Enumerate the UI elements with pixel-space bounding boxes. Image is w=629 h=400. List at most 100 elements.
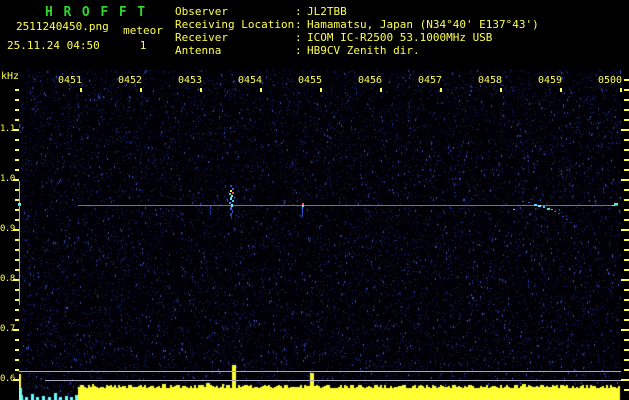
y-axis-minor-tick-right — [624, 199, 629, 201]
info-colon: : — [295, 5, 302, 18]
info-row-antenna: Antenna: HB9CV Zenith dir. — [175, 45, 420, 56]
y-axis-minor-tick-right — [624, 389, 629, 391]
meteor-echo-pixel — [302, 216, 303, 218]
y-axis-minor-tick-right — [624, 99, 629, 101]
info-value: Hamamatsu, Japan (N34°40' E137°43') — [307, 18, 539, 31]
meteor-echo-pixel — [232, 210, 233, 213]
x-axis-label-0453: 0453 — [177, 75, 203, 86]
info-label: Antenna — [175, 44, 222, 57]
meteor-echo-pixel — [234, 197, 235, 199]
y-axis-minor-tick-right — [624, 369, 629, 371]
y-axis-minor-tick-left — [15, 99, 19, 101]
info-row-receiver: Receiver: ICOM IC-R2500 53.1000MHz USB — [175, 32, 492, 43]
y-axis-label-0.7: 0.7 — [0, 324, 15, 334]
y-axis-minor-tick-right — [624, 269, 629, 271]
y-axis-minor-tick-left — [15, 309, 19, 311]
meteor-echo-pixel — [612, 205, 615, 206]
y-axis-minor-tick-right — [624, 219, 629, 221]
y-axis-minor-tick-right — [624, 319, 629, 321]
x-axis-label-0458: 0458 — [477, 75, 503, 86]
x-axis-label-0455: 0455 — [297, 75, 323, 86]
echo-count: 1 — [139, 39, 147, 52]
info-label: Receiving Location — [175, 18, 295, 31]
y-axis-label-0.6: 0.6 — [0, 374, 15, 384]
y-axis-minor-tick-left — [15, 319, 19, 321]
y-axis-minor-tick-right — [624, 309, 629, 311]
meteor-echo-pixel — [227, 199, 228, 201]
x-axis-tick — [320, 88, 322, 92]
y-axis-major-tick-left — [13, 329, 19, 331]
info-colon: : — [295, 31, 302, 44]
meteor-echo-pixel — [232, 200, 234, 202]
y-axis-minor-tick-right — [624, 209, 629, 211]
mode-label: meteor — [123, 24, 163, 37]
meteor-echo-pixel — [534, 204, 537, 206]
y-axis-unit: kHz — [1, 71, 20, 82]
y-axis-minor-tick-right — [624, 149, 629, 151]
x-axis-tick — [500, 88, 502, 92]
y-axis-minor-tick-left — [15, 339, 19, 341]
datetime-label: 25.11.24 04:50 — [7, 39, 100, 52]
y-axis-minor-tick-right — [624, 169, 629, 171]
info-colon: : — [295, 18, 302, 31]
meteor-echo-pixel — [232, 192, 234, 194]
y-axis-minor-tick-right — [624, 159, 629, 161]
y-axis-major-tick-right — [621, 279, 629, 281]
meteor-echo-pixel — [18, 205, 21, 206]
meteor-echo-pixel — [558, 213, 560, 214]
meteor-echo-pixel — [230, 185, 232, 187]
x-axis-tick — [260, 88, 262, 92]
info-value: ICOM IC-R2500 53.1000MHz USB — [307, 31, 493, 44]
y-axis-minor-tick-right — [624, 119, 629, 121]
y-axis-major-tick-right — [621, 179, 629, 181]
y-axis-minor-tick-right — [624, 259, 629, 261]
y-axis-minor-tick-right — [624, 79, 629, 81]
y-axis-label-0.8: 0.8 — [0, 274, 15, 284]
x-axis-label-0500: 0500 — [597, 75, 623, 86]
spectrogram-canvas — [19, 70, 621, 400]
x-axis-label-0454: 0454 — [237, 75, 263, 86]
y-axis-minor-tick-left — [15, 349, 19, 351]
y-axis-minor-tick-left — [15, 159, 19, 161]
y-axis-minor-tick-right — [624, 89, 629, 91]
info-label: Observer — [175, 5, 228, 18]
y-axis-minor-tick-right — [624, 249, 629, 251]
meteor-echo-pixel — [528, 202, 530, 203]
meteor-echo-pixel — [210, 213, 211, 215]
info-row-observer: Observer: JL2TBB — [175, 6, 347, 17]
x-axis-tick — [560, 88, 562, 92]
meteor-echo-pixel — [522, 201, 524, 202]
x-axis-tick — [200, 88, 202, 92]
info-value: HB9CV Zenith dir. — [307, 44, 420, 57]
x-axis-tick — [440, 88, 442, 92]
meteor-echo-pixel — [575, 226, 577, 227]
y-axis-minor-tick-left — [15, 119, 19, 121]
y-axis-label-1.0: 1.0 — [0, 174, 15, 184]
meteor-echo-pixel — [554, 211, 556, 212]
y-axis-major-tick-left — [13, 379, 19, 381]
left-edge-scale-line — [19, 181, 20, 305]
x-axis-tick — [620, 88, 622, 92]
info-label: Receiver — [175, 31, 228, 44]
meteor-echo-pixel — [566, 219, 568, 220]
y-axis-major-tick-left — [13, 129, 19, 131]
y-axis-minor-tick-right — [624, 139, 629, 141]
carrier-frequency-line — [78, 205, 618, 206]
y-axis-major-tick-right — [621, 329, 629, 331]
x-axis-tick — [380, 88, 382, 92]
y-axis-minor-tick-right — [624, 359, 629, 361]
output-filename: 2511240450.png — [16, 20, 109, 33]
meteor-echo-pixel — [551, 209, 553, 210]
meteor-echo-pixel — [231, 216, 232, 219]
y-axis-minor-tick-right — [624, 289, 629, 291]
info-row-location: Receiving Location: Hamamatsu, Japan (N34… — [175, 19, 539, 30]
y-axis-major-tick-right — [621, 129, 629, 131]
y-axis-label-0.9: 0.9 — [0, 224, 15, 234]
meteor-echo-pixel — [562, 216, 564, 217]
threshold-line — [45, 380, 621, 381]
x-axis-tick — [140, 88, 142, 92]
meteor-echo-pixel — [513, 209, 515, 210]
y-axis-label-1.1: 1.1 — [0, 124, 15, 134]
y-axis-minor-tick-left — [15, 139, 19, 141]
y-axis-minor-tick-right — [624, 299, 629, 301]
